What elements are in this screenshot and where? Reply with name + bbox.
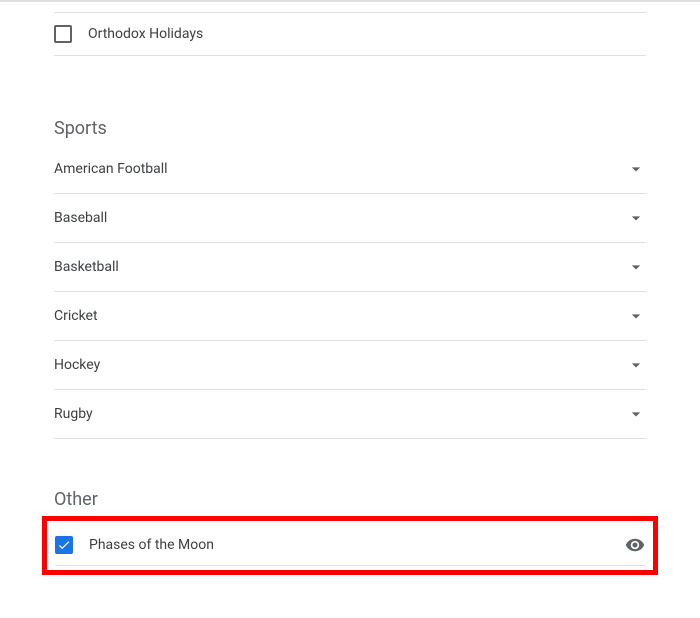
- chevron-down-icon: [626, 159, 646, 179]
- sports-item-american-football[interactable]: American Football: [54, 145, 646, 193]
- orthodox-holidays-item[interactable]: Orthodox Holidays: [54, 13, 646, 55]
- orthodox-holidays-label: Orthodox Holidays: [88, 26, 646, 42]
- chevron-down-icon: [626, 208, 646, 228]
- phases-of-moon-label: Phases of the Moon: [89, 537, 625, 553]
- item-divider: [54, 438, 646, 439]
- chevron-down-icon: [626, 404, 646, 424]
- chevron-down-icon: [626, 257, 646, 277]
- sports-section-title: Sports: [54, 118, 646, 139]
- item-divider: [54, 55, 646, 56]
- sports-item-label: Rugby: [54, 406, 93, 422]
- checkbox-unchecked-icon[interactable]: [54, 25, 72, 43]
- phases-of-moon-item[interactable]: Phases of the Moon: [55, 525, 645, 565]
- check-icon: [57, 538, 71, 552]
- other-section: Other Phases of the Moon: [54, 489, 646, 575]
- sports-item-rugby[interactable]: Rugby: [54, 390, 646, 438]
- sports-item-hockey[interactable]: Hockey: [54, 341, 646, 389]
- highlight-annotation: Phases of the Moon: [42, 516, 658, 575]
- sports-item-baseball[interactable]: Baseball: [54, 194, 646, 242]
- sports-item-basketball[interactable]: Basketball: [54, 243, 646, 291]
- eye-icon[interactable]: [625, 535, 645, 555]
- sports-item-label: Hockey: [54, 357, 100, 373]
- calendar-settings-container: Orthodox Holidays Sports American Footba…: [0, 0, 700, 575]
- sports-item-cricket[interactable]: Cricket: [54, 292, 646, 340]
- sports-item-label: Cricket: [54, 308, 98, 324]
- checkbox-checked-icon[interactable]: [55, 536, 73, 554]
- other-section-title: Other: [54, 489, 646, 510]
- sports-item-label: Basketball: [54, 259, 119, 275]
- chevron-down-icon: [626, 355, 646, 375]
- sports-item-label: Baseball: [54, 210, 107, 226]
- chevron-down-icon: [626, 306, 646, 326]
- item-divider: [55, 565, 645, 566]
- sports-item-label: American Football: [54, 161, 168, 177]
